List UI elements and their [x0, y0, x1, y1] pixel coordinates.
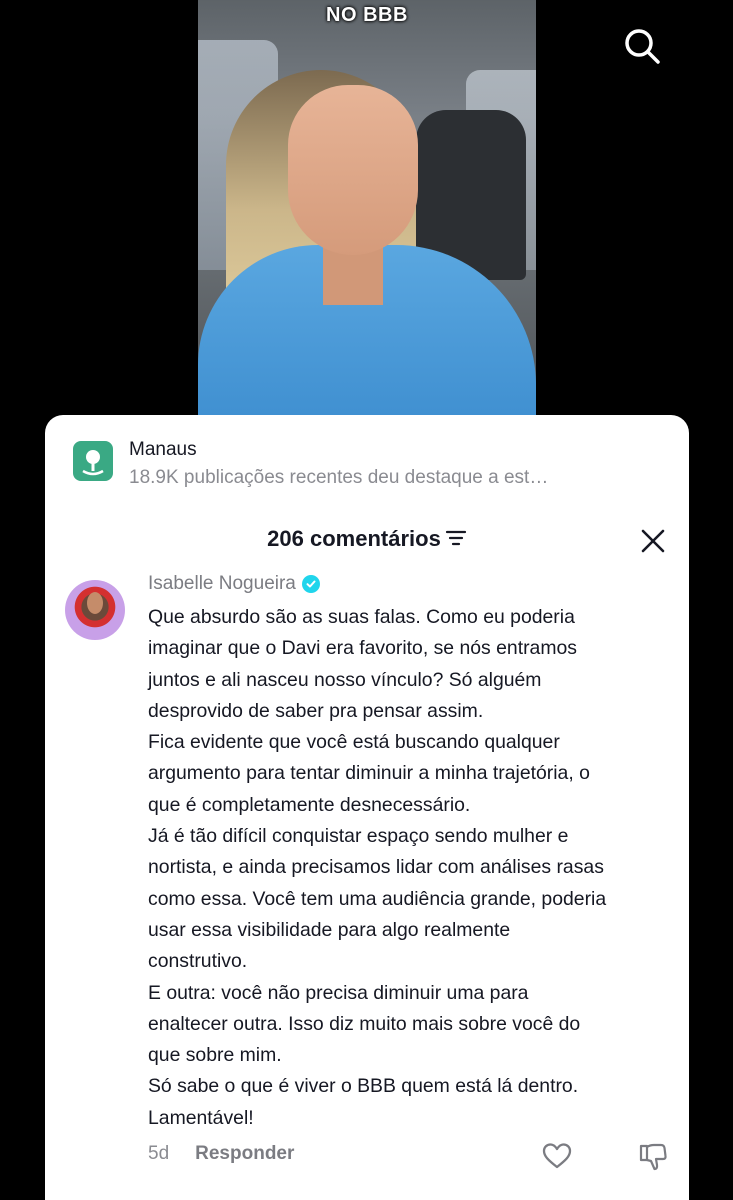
comment-line: como essa. Você tem uma audiência grande…: [148, 887, 607, 910]
location-pin-icon: [73, 441, 113, 481]
comment-line: Já é tão difícil conquistar espaço sendo…: [148, 825, 569, 848]
comment-age: 5d: [148, 1143, 170, 1164]
comment-line: juntos e ali nasceu nosso vínculo? Só al…: [148, 668, 542, 691]
video-player[interactable]: [198, 0, 536, 420]
comment-meta: 5d Responder: [148, 1143, 294, 1165]
author-name: Isabelle Nogueira: [148, 573, 296, 594]
comment-line: usar essa visibilidade para algo realmen…: [148, 918, 511, 941]
comment-line: Fica evidente que você está buscando qua…: [148, 731, 560, 754]
comment-text: Que absurdo são as suas falas. Como eu p…: [148, 602, 678, 1134]
comment-line: Só sabe o que é viver o BBB quem está lá…: [148, 1075, 579, 1098]
location-title: Manaus: [129, 439, 197, 460]
location-subtitle: 18.9K publicações recentes deu destaque …: [129, 467, 549, 488]
comments-header: 206 comentários: [45, 525, 689, 552]
comments-count: 206 comentários: [267, 526, 441, 552]
reply-button[interactable]: Responder: [195, 1143, 294, 1164]
comment-line: argumento para tentar diminuir a minha t…: [148, 762, 590, 785]
comment-line: enaltecer outra. Isso diz muito mais sob…: [148, 1012, 581, 1035]
comment-line: Que absurdo são as suas falas. Como eu p…: [148, 606, 575, 628]
comment-line: que sobre mim.: [148, 1044, 282, 1067]
comment-line: imaginar que o Davi era favorito, se nós…: [148, 637, 577, 660]
person-face: [288, 85, 418, 255]
search-icon[interactable]: [622, 26, 662, 66]
comment-line: construtivo.: [148, 950, 248, 973]
comments-sheet: Manaus 18.9K publicações recentes deu de…: [45, 415, 689, 1200]
comment-line: E outra: você não precisa diminuir uma p…: [148, 981, 529, 1004]
comment-line: que é completamente desnecessário.: [148, 793, 471, 816]
comment-line: desprovido de saber pra pensar assim.: [148, 699, 484, 722]
comment-line: Lamentável!: [148, 1106, 254, 1129]
heart-icon[interactable]: [542, 1142, 572, 1170]
thumbs-down-icon[interactable]: [638, 1142, 668, 1172]
filter-icon[interactable]: [445, 526, 467, 552]
verified-badge-icon: [301, 575, 320, 593]
comment-author[interactable]: Isabelle Nogueira: [148, 573, 320, 595]
comment-line: nortista, e ainda precisamos lidar com a…: [148, 856, 604, 879]
location-banner[interactable]: Manaus 18.9K publicações recentes deu de…: [73, 439, 653, 499]
avatar-face: [87, 592, 103, 614]
video-caption: NO BBB: [326, 4, 408, 26]
avatar[interactable]: [65, 580, 125, 640]
close-icon[interactable]: [639, 527, 667, 555]
